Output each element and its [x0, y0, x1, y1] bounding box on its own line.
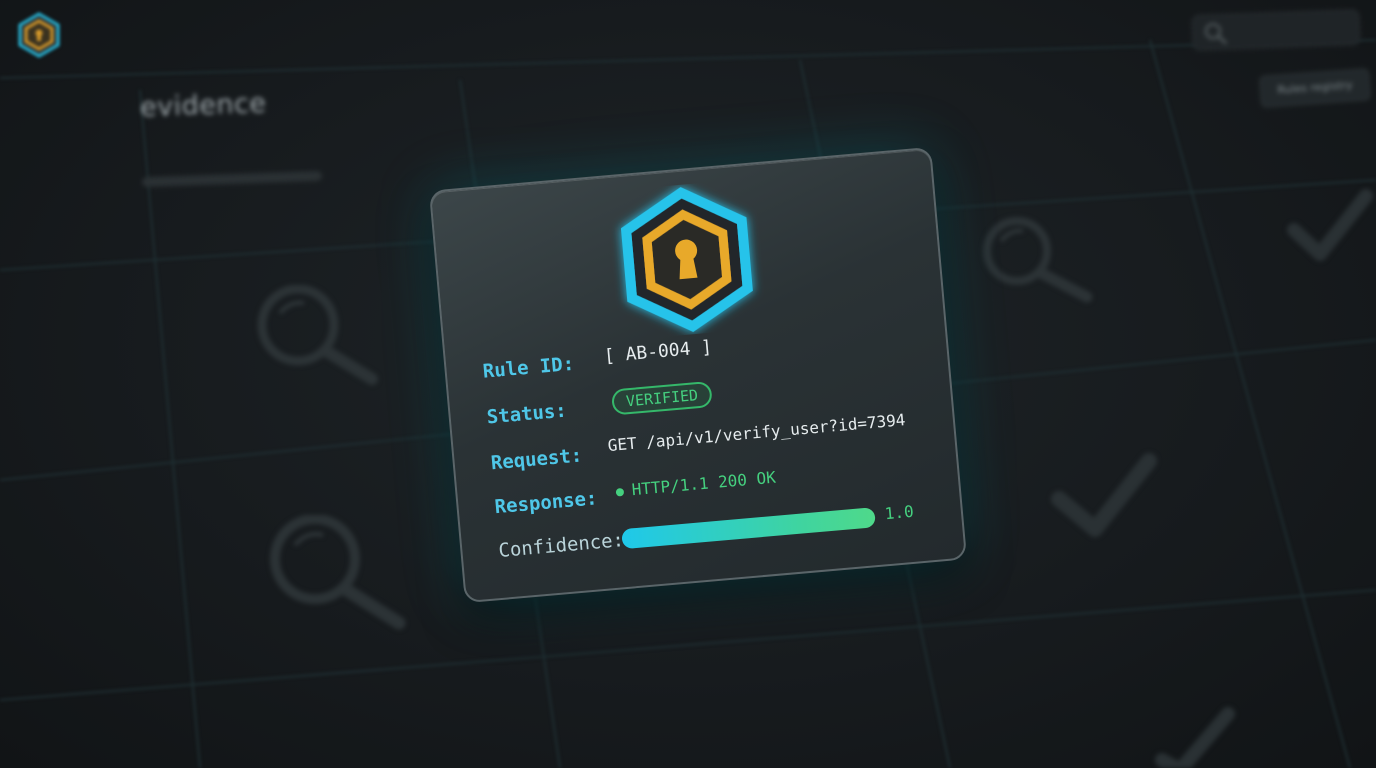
- status-dot: [615, 487, 625, 497]
- rule-id-label: Rule ID:: [481, 352, 576, 383]
- page-title: evidence: [139, 87, 267, 124]
- response-label: Response:: [493, 487, 599, 519]
- response-status: HTTP/1.1 200 OK: [615, 468, 777, 501]
- status-badge: VERIFIED: [610, 380, 714, 416]
- request-value: GET /api/v1/verify_user?id=7394: [606, 410, 907, 456]
- magnifier-icon: [270, 515, 406, 630]
- search-icon: [1204, 22, 1227, 45]
- evidence-card: Rule ID: [ AB-004 ] Status: VERIFIED Req…: [428, 146, 968, 604]
- checkmark-icon: [1287, 189, 1373, 261]
- magnifier-icon: [257, 285, 378, 385]
- rule-id-value: [ AB-004 ]: [603, 336, 713, 368]
- app-background: Rules registry evidence Rule ID: [AB-00…: [0, 0, 1376, 768]
- hexagon-keyhole-icon: [620, 187, 753, 333]
- search-box[interactable]: [1191, 9, 1361, 51]
- confidence-label: Confidence:: [497, 529, 625, 563]
- magnifier-icon: [983, 217, 1093, 303]
- request-label: Request:: [489, 444, 584, 475]
- confidence-bar: [621, 507, 876, 550]
- status-label: Status:: [485, 399, 568, 429]
- checkmark-icon: [1051, 453, 1157, 537]
- confidence-value: 1.0: [883, 501, 915, 524]
- response-value: HTTP/1.1 200 OK: [630, 467, 777, 500]
- checkmark-icon: [1155, 707, 1235, 768]
- top-bar: Rules registry: [0, 0, 1376, 108]
- hexagon-keyhole-icon[interactable]: [16, 12, 62, 58]
